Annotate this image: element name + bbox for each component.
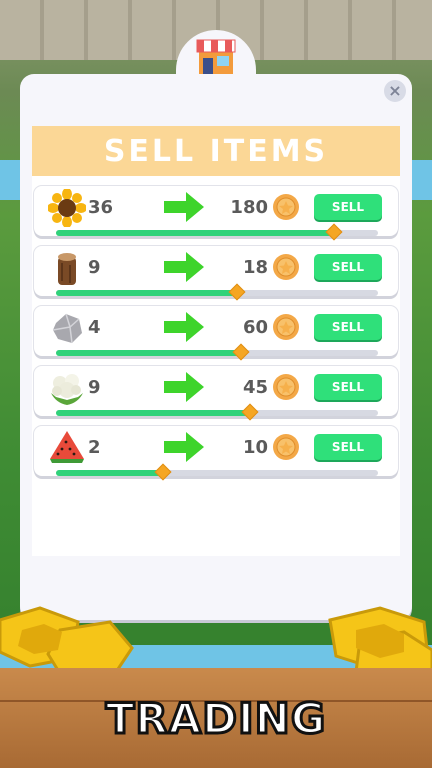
quantity-slider[interactable] [56, 463, 378, 481]
item-quantity: 2 [88, 437, 101, 458]
quantity-slider[interactable] [56, 223, 378, 241]
item-price: 45 [242, 377, 268, 398]
coin-icon [273, 254, 299, 280]
arrow-right-icon [164, 252, 204, 282]
log-icon [58, 253, 76, 285]
cauliflower-icon [51, 374, 83, 405]
item-row-watermelon: 2 10 SELL [34, 426, 398, 481]
item-row-sunflower: 36 180 SELL [34, 186, 398, 241]
coin-icon [273, 314, 299, 340]
trading-label: TRADING [104, 693, 327, 745]
slider-fill [56, 410, 250, 416]
item-quantity: 9 [88, 377, 101, 398]
slider-fill [56, 290, 237, 296]
coin-icon [273, 194, 299, 220]
item-row-stone: 4 60 SELL [34, 306, 398, 361]
sell-button[interactable]: SELL [314, 374, 382, 400]
coin-icon [273, 374, 299, 400]
item-quantity: 9 [88, 257, 101, 278]
sell-button[interactable]: SELL [314, 194, 382, 220]
panel-title: SELL ITEMS [103, 133, 329, 169]
coin-icon [273, 434, 299, 460]
slider-fill [56, 350, 240, 356]
item-price: 10 [242, 437, 268, 458]
close-button[interactable]: × [384, 80, 406, 102]
arrow-right-icon [164, 192, 204, 222]
slider-fill [56, 230, 333, 236]
item-price: 60 [242, 317, 268, 338]
sunflower-icon [48, 189, 86, 227]
arrow-right-icon [164, 372, 204, 402]
arrow-right-icon [164, 432, 204, 462]
shop-icon [196, 39, 236, 74]
item-price: 180 [230, 197, 268, 218]
sell-button[interactable]: SELL [314, 434, 382, 460]
sell-button[interactable]: SELL [314, 254, 382, 280]
quantity-slider[interactable] [56, 403, 378, 421]
stone-icon [52, 313, 82, 344]
watermelon-icon [50, 431, 84, 463]
slider-fill [56, 470, 163, 476]
item-quantity: 36 [88, 197, 114, 218]
arrow-right-icon [164, 312, 204, 342]
sell-button[interactable]: SELL [314, 314, 382, 340]
quantity-slider[interactable] [56, 283, 378, 301]
item-quantity: 4 [88, 317, 101, 338]
panel-header: SELL ITEMS [32, 126, 400, 176]
item-row-log: 9 18 SELL [34, 246, 398, 301]
item-price: 18 [242, 257, 268, 278]
quantity-slider[interactable] [56, 343, 378, 361]
item-row-cauliflower: 9 45 SELL [34, 366, 398, 421]
